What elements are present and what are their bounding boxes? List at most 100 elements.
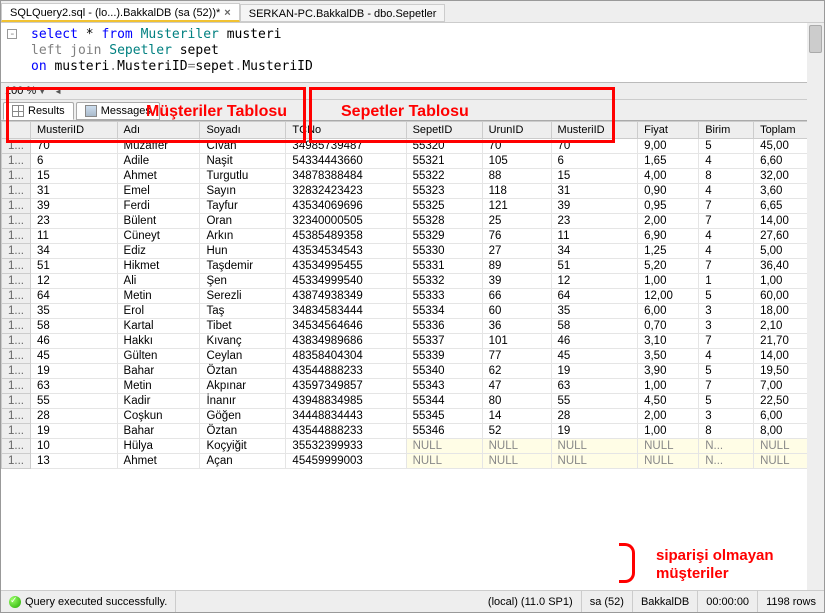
cell[interactable]: İnanır [200, 394, 286, 409]
cell[interactable]: 55337 [406, 334, 482, 349]
table-row[interactable]: 1...70MuzafferCıvan349857394875532070709… [2, 139, 824, 154]
cell[interactable]: 3,50 [638, 349, 699, 364]
cell[interactable]: Hikmet [117, 259, 200, 274]
cell[interactable]: 101 [482, 334, 551, 349]
table-row[interactable]: 1...15AhmetTurgutlu348783884845532288154… [2, 169, 824, 184]
cell[interactable]: 63 [551, 379, 638, 394]
table-row[interactable]: 1...51HikmetTaşdemir43534995455553318951… [2, 259, 824, 274]
cell[interactable]: 34 [30, 244, 117, 259]
cell[interactable]: 5,20 [638, 259, 699, 274]
cell[interactable]: 52 [482, 424, 551, 439]
cell[interactable]: 39 [551, 199, 638, 214]
cell[interactable]: Ferdi [117, 199, 200, 214]
cell[interactable]: NULL [482, 439, 551, 454]
cell[interactable]: Muzaffer [117, 139, 200, 154]
results-grid-wrapper[interactable]: MusteriIDAdıSoyadıTCNoSepetIDUrunIDMuste… [1, 120, 824, 560]
cell[interactable]: 7 [699, 379, 754, 394]
tab-results[interactable]: Results [3, 102, 74, 120]
row-header[interactable]: 1... [2, 169, 31, 184]
cell[interactable]: Kıvanç [200, 334, 286, 349]
tab-table[interactable]: SERKAN-PC.BakkalDB - dbo.Sepetler [240, 4, 446, 22]
cell[interactable]: 1,00 [638, 424, 699, 439]
cell[interactable]: NULL [551, 454, 638, 469]
cell[interactable]: 12,00 [638, 289, 699, 304]
cell[interactable]: 43948834985 [286, 394, 406, 409]
cell[interactable]: Açan [200, 454, 286, 469]
table-row[interactable]: 1...19BaharÖztan435448882335534062193,90… [2, 364, 824, 379]
cell[interactable]: NULL [482, 454, 551, 469]
cell[interactable]: 55333 [406, 289, 482, 304]
cell[interactable]: 76 [482, 229, 551, 244]
cell[interactable]: 51 [551, 259, 638, 274]
row-header[interactable]: 1... [2, 379, 31, 394]
cell[interactable]: 4,00 [638, 169, 699, 184]
cell[interactable]: 2,00 [638, 214, 699, 229]
cell[interactable]: Erol [117, 304, 200, 319]
cell[interactable]: 55340 [406, 364, 482, 379]
table-row[interactable]: 1...55Kadirİnanır439488349855534480554,5… [2, 394, 824, 409]
cell[interactable]: 7 [699, 199, 754, 214]
row-header[interactable]: 1... [2, 229, 31, 244]
cell[interactable]: 4 [699, 229, 754, 244]
cell[interactable]: 43834989686 [286, 334, 406, 349]
cell[interactable]: 43534534543 [286, 244, 406, 259]
cell[interactable]: 3,90 [638, 364, 699, 379]
cell[interactable]: 10 [30, 439, 117, 454]
cell[interactable]: NULL [406, 454, 482, 469]
cell[interactable]: NULL [638, 439, 699, 454]
cell[interactable]: 34534564646 [286, 319, 406, 334]
cell[interactable]: Bahar [117, 364, 200, 379]
cell[interactable]: 34 [551, 244, 638, 259]
cell[interactable]: Naşit [200, 154, 286, 169]
table-row[interactable]: 1...39FerdiTayfur4353406969655325121390,… [2, 199, 824, 214]
cell[interactable]: NULL [638, 454, 699, 469]
cell[interactable]: 48358404304 [286, 349, 406, 364]
cell[interactable]: 23 [30, 214, 117, 229]
cell[interactable]: Hun [200, 244, 286, 259]
cell[interactable]: 7 [699, 259, 754, 274]
tab-query[interactable]: SQLQuery2.sql - (lo...).BakkalDB (sa (52… [1, 3, 240, 22]
cell[interactable]: Öztan [200, 364, 286, 379]
cell[interactable]: Metin [117, 379, 200, 394]
cell[interactable]: 51 [30, 259, 117, 274]
cell[interactable]: 14 [482, 409, 551, 424]
cell[interactable]: 19 [551, 424, 638, 439]
table-row[interactable]: 1...63MetinAkpınar435973498575534347631,… [2, 379, 824, 394]
cell[interactable]: 55323 [406, 184, 482, 199]
cell[interactable]: Adile [117, 154, 200, 169]
column-header[interactable]: UrunID [482, 122, 551, 139]
cell[interactable]: 121 [482, 199, 551, 214]
row-header[interactable]: 1... [2, 454, 31, 469]
cell[interactable]: 0,95 [638, 199, 699, 214]
cell[interactable]: Emel [117, 184, 200, 199]
cell[interactable]: 4 [699, 244, 754, 259]
table-row[interactable]: 1...34EdizHun435345345435533027341,2545,… [2, 244, 824, 259]
cell[interactable]: 3 [699, 304, 754, 319]
cell[interactable]: 36 [482, 319, 551, 334]
cell[interactable]: 45459999003 [286, 454, 406, 469]
table-row[interactable]: 1...58KartalTibet345345646465533636580,7… [2, 319, 824, 334]
cell[interactable]: Ali [117, 274, 200, 289]
cell[interactable]: Koçyiğit [200, 439, 286, 454]
cell[interactable]: 39 [482, 274, 551, 289]
cell[interactable]: 63 [30, 379, 117, 394]
table-row[interactable]: 1...46HakkıKıvanç4383498968655337101463,… [2, 334, 824, 349]
column-header[interactable]: Adı [117, 122, 200, 139]
cell[interactable]: 45385489358 [286, 229, 406, 244]
row-header[interactable]: 1... [2, 424, 31, 439]
cell[interactable]: Öztan [200, 424, 286, 439]
cell[interactable]: 1 [699, 274, 754, 289]
cell[interactable]: 1,00 [638, 379, 699, 394]
table-row[interactable]: 1...12AliŞen453349995405533239121,0011,0… [2, 274, 824, 289]
cell[interactable]: 34985739487 [286, 139, 406, 154]
cell[interactable]: 55332 [406, 274, 482, 289]
cell[interactable]: 45334999540 [286, 274, 406, 289]
row-header[interactable]: 1... [2, 214, 31, 229]
cell[interactable]: 89 [482, 259, 551, 274]
cell[interactable]: 31 [551, 184, 638, 199]
row-header[interactable]: 1... [2, 244, 31, 259]
cell[interactable]: 19 [30, 424, 117, 439]
cell[interactable]: 55343 [406, 379, 482, 394]
cell[interactable]: 12 [551, 274, 638, 289]
cell[interactable]: Ahmet [117, 169, 200, 184]
